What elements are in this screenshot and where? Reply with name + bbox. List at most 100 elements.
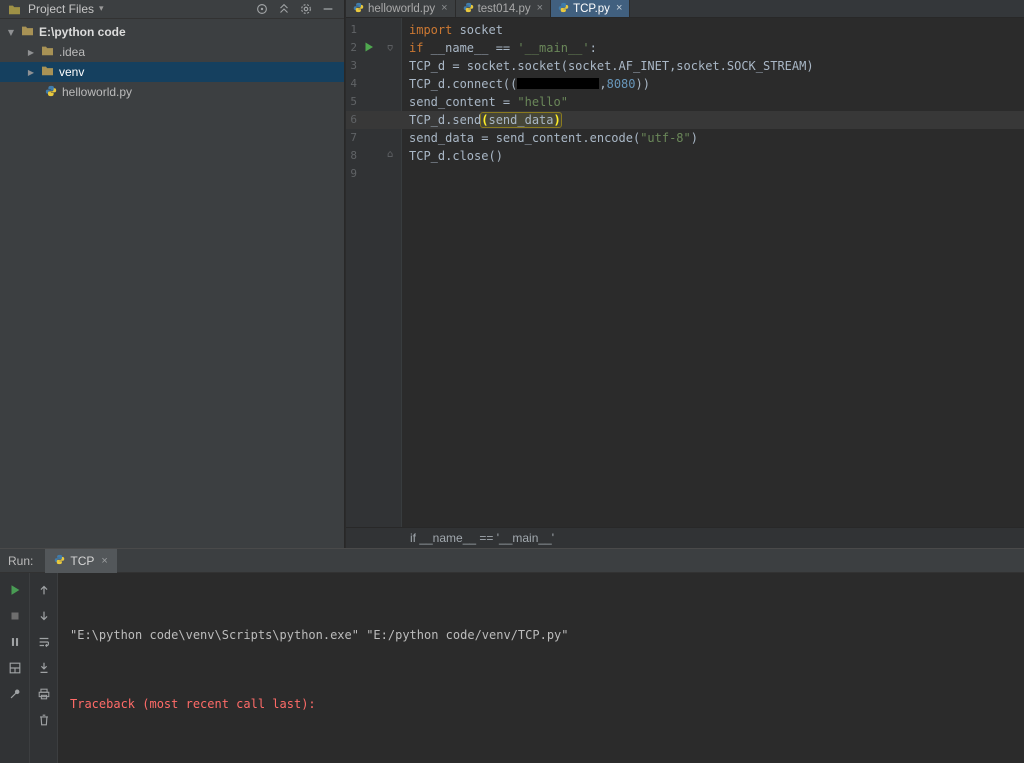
code-token: socket: [452, 23, 503, 37]
line-number: 9: [350, 167, 357, 180]
print-button[interactable]: [35, 685, 52, 702]
code-token: '__main__': [517, 41, 590, 55]
locate-file-icon[interactable]: [253, 1, 270, 18]
code-line-3[interactable]: 3 TCP_d = socket.socket(socket.AF_INET,s…: [346, 57, 1024, 75]
code-token: 8080: [606, 77, 636, 91]
code-token: ): [690, 131, 698, 145]
editor-tab-helloworld[interactable]: helloworld.py ×: [346, 0, 456, 17]
run-line-icon[interactable]: [364, 42, 374, 52]
editor-tab-test014[interactable]: test014.py ×: [455, 0, 552, 17]
chevron-down-icon[interactable]: ▾: [99, 4, 104, 14]
code-line-4[interactable]: 4 TCP_d.connect((,8080)): [346, 75, 1024, 93]
run-console[interactable]: "E:\python code\venv\Scripts\python.exe"…: [58, 573, 1024, 763]
line-number: 8 ⌂: [350, 149, 394, 162]
project-view-title[interactable]: Project Files: [28, 2, 94, 16]
run-panel-header: Run: TCP ×: [0, 548, 1024, 573]
chevron-collapsed-icon[interactable]: ▶: [26, 48, 36, 57]
tree-item-idea[interactable]: ▶ .idea: [0, 42, 344, 62]
run-toolbar-primary: [0, 573, 30, 763]
rerun-button[interactable]: [6, 581, 23, 598]
code-token: ,: [599, 77, 607, 91]
restore-layout-button[interactable]: [6, 659, 23, 676]
fold-end-icon[interactable]: ⌂: [387, 149, 393, 161]
close-icon[interactable]: ×: [537, 3, 543, 14]
tab-label: TCP.py: [573, 2, 610, 15]
tree-item-label: helloworld.py: [62, 85, 133, 99]
stop-button[interactable]: [6, 607, 23, 624]
project-panel-header: Project Files ▾: [0, 0, 344, 19]
run-panel-body: "E:\python code\venv\Scripts\python.exe"…: [0, 573, 1024, 763]
chevron-collapsed-icon[interactable]: ▶: [26, 68, 36, 77]
line-number: 1: [350, 23, 357, 36]
chevron-expanded-icon[interactable]: ▼: [6, 28, 16, 37]
code-token: TCP_d.connect((: [409, 77, 518, 91]
close-icon[interactable]: ×: [101, 555, 107, 567]
code-line-2[interactable]: 2 ⌂ if __name__ == '__main__':: [346, 39, 1024, 57]
code-editor[interactable]: 1 import socket 2 ⌂ if __name__ == '__ma…: [346, 18, 1024, 527]
hide-panel-icon[interactable]: [319, 1, 336, 18]
up-stack-trace-button[interactable]: [35, 581, 52, 598]
run-tab-tcp[interactable]: TCP ×: [45, 548, 117, 573]
code-token: :: [589, 41, 597, 55]
code-token: TCP_d.send: [409, 113, 482, 127]
tree-item-venv[interactable]: ▶ venv: [0, 62, 344, 82]
code-token: "utf-8": [640, 131, 691, 145]
line-number: 4: [350, 77, 357, 90]
python-file-icon: [54, 554, 65, 568]
redacted-address: [517, 78, 600, 89]
clear-console-button[interactable]: [35, 711, 52, 728]
project-tree: ▼ E:\python code ▶ .idea ▶ venv hellowor…: [0, 19, 344, 102]
code-token: )): [635, 77, 650, 91]
pin-tab-button[interactable]: [6, 685, 23, 702]
code-line-8[interactable]: 8 ⌂ TCP_d.close(): [346, 147, 1024, 165]
project-panel: Project Files ▾ ▼ E:\python code ▶ .idea…: [0, 0, 345, 548]
tree-item-label: .idea: [59, 45, 86, 59]
pause-output-button[interactable]: [6, 633, 23, 650]
python-file-icon: [353, 2, 364, 16]
run-panel-title[interactable]: Run:: [0, 554, 45, 568]
soft-wrap-button[interactable]: [35, 633, 52, 650]
editor-tab-tcp[interactable]: TCP.py ×: [551, 0, 631, 17]
run-toolbar-secondary: [30, 573, 58, 763]
breadcrumb[interactable]: if __name__ == '__main__': [346, 527, 1024, 548]
code-line-6-current[interactable]: 6 TCP_d.send(send_data): [346, 111, 1024, 129]
breadcrumb-text[interactable]: if __name__ == '__main__': [410, 531, 554, 545]
code-line-7[interactable]: 7 send_data = send_content.encode("utf-8…: [346, 129, 1024, 147]
console-text: "E:\python code\venv\Scripts\python.exe"…: [70, 628, 569, 642]
tree-item-helloworld[interactable]: helloworld.py: [0, 82, 344, 102]
code-line-9[interactable]: 9: [346, 165, 1024, 183]
down-stack-trace-button[interactable]: [35, 607, 52, 624]
console-line: Traceback (most recent call last):: [70, 693, 1024, 716]
collapse-all-icon[interactable]: [275, 1, 292, 18]
settings-gear-icon[interactable]: [297, 1, 314, 18]
project-folder-icon: [6, 1, 23, 18]
line-number: 7: [350, 131, 357, 144]
tree-item-label: venv: [59, 65, 85, 79]
line-number: 5: [350, 95, 357, 108]
code-token: "hello": [517, 95, 568, 109]
fold-start-icon[interactable]: ⌂: [387, 41, 393, 53]
python-file-icon: [45, 85, 57, 100]
folder-icon: [21, 25, 34, 39]
code-token: __name__ ==: [423, 41, 518, 55]
line-number: 3: [350, 59, 357, 72]
close-icon[interactable]: ×: [441, 3, 447, 14]
code-token: if: [409, 41, 424, 55]
code-token: TCP_d.close(): [409, 149, 503, 163]
code-line-1[interactable]: 1 import socket: [346, 21, 1024, 39]
tree-item-project-root[interactable]: ▼ E:\python code: [0, 22, 344, 42]
code-token: TCP_d = socket.socket(socket.AF_INET,soc…: [409, 59, 814, 73]
tab-label: helloworld.py: [368, 2, 436, 15]
editor-tab-bar: helloworld.py × test014.py × TCP.py ×: [346, 0, 1024, 18]
code-line-5[interactable]: 5 send_content = "hello": [346, 93, 1024, 111]
scroll-to-end-button[interactable]: [35, 659, 52, 676]
folder-icon: [41, 45, 54, 59]
code-token: send_data: [488, 113, 554, 127]
code-token: import: [409, 23, 453, 37]
code-token: send_content =: [409, 95, 518, 109]
ide-window: Project Files ▾ ▼ E:\python code ▶ .idea…: [0, 0, 1024, 763]
run-tab-label: TCP: [70, 553, 95, 568]
code-token: send_data = send_content.encode(: [409, 131, 641, 145]
python-file-icon: [463, 2, 474, 16]
close-icon[interactable]: ×: [616, 3, 622, 14]
